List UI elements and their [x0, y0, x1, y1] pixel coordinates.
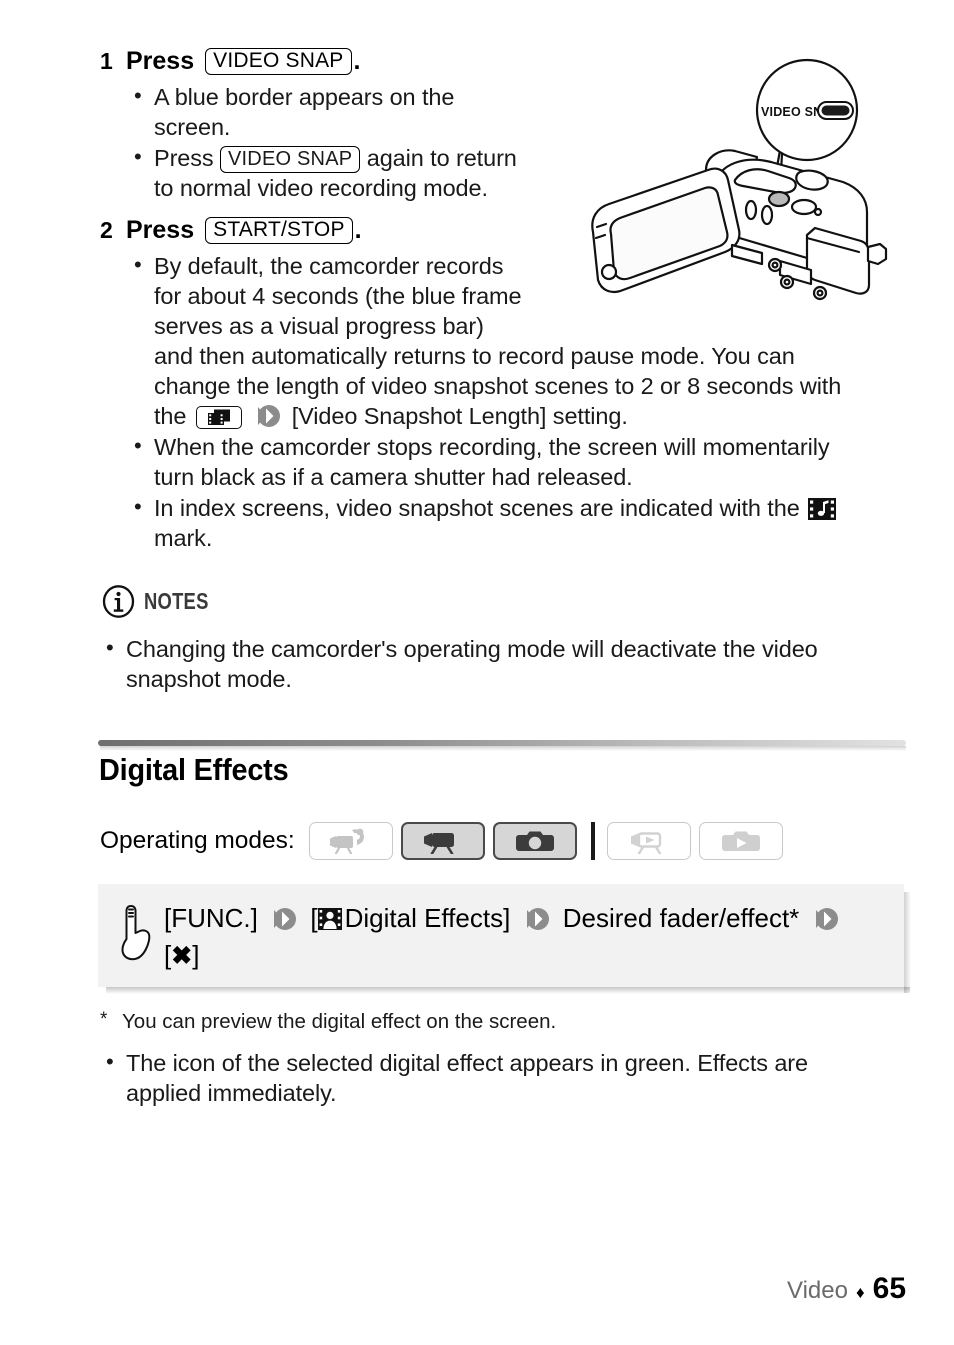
- operating-modes-label: Operating modes:: [100, 827, 295, 854]
- mode-photo-record-button[interactable]: [492, 822, 577, 860]
- bullet-line: Changing the camcorder's operating mode …: [126, 636, 818, 662]
- bullet-line: Press: [154, 145, 214, 171]
- func-procedure-text: [FUNC.] [Digital Effects] Desired fader…: [164, 900, 845, 975]
- step-1-verb: Press: [126, 47, 195, 75]
- list-item: The icon of the selected digital effect …: [100, 1047, 900, 1108]
- list-item: Press VIDEO SNAP again to return to norm…: [128, 142, 548, 203]
- list-item: By default, the camcorder records for ab…: [128, 250, 918, 431]
- bullet-line: applied immediately.: [126, 1080, 337, 1106]
- section-divider: [98, 740, 906, 751]
- bullet-line: snapshot mode.: [126, 666, 292, 692]
- step-2-verb: Press: [126, 216, 195, 244]
- page-title: Digital Effects: [99, 752, 289, 787]
- bullet-line: When the camcorder stops recording, the …: [154, 434, 830, 460]
- bullet-line: The icon of the selected digital effect …: [126, 1050, 808, 1076]
- operating-modes-row: Operating modes:: [100, 822, 791, 860]
- step-2-period: .: [354, 216, 362, 244]
- camcorder-play-icon: [630, 832, 661, 854]
- bracket-open: [: [310, 903, 318, 933]
- chevron-right-icon: [524, 907, 550, 931]
- bullet-line: serves as a visual progress bar): [154, 313, 484, 339]
- list-item: In index screens, video snapshot scenes …: [128, 492, 918, 553]
- step-1-heading: 1 Press VIDEO SNAP .: [100, 47, 360, 76]
- footnote-marker: *: [100, 1009, 108, 1030]
- camera-icon: [515, 831, 554, 851]
- notes-label: NOTES: [144, 588, 209, 614]
- notes-bullets: Changing the camcorder's operating mode …: [100, 633, 900, 695]
- pointing-hand-icon: [118, 902, 154, 964]
- notes-heading: NOTES: [102, 585, 225, 618]
- bullet-line: to normal video recording mode.: [154, 175, 488, 202]
- footnote-text: You can preview the digital effect on th…: [122, 1010, 557, 1033]
- close-bracket-close: ]: [192, 940, 200, 970]
- step-2-heading: 2 Press START/STOP .: [100, 216, 362, 245]
- desired-effect-label[interactable]: Desired fader/effect*: [563, 903, 800, 933]
- bullet-line: change the length of video snapshot scen…: [154, 373, 842, 399]
- func-procedure-box: [FUNC.] [Digital Effects] Desired fader…: [98, 884, 911, 994]
- footer-section-label: Video: [787, 1277, 848, 1304]
- video-snapshot-mark-icon: [808, 498, 837, 520]
- chevron-right-icon: [813, 907, 839, 931]
- camcorder-auto-icon: [329, 828, 364, 854]
- list-item: A blue border appears on the screen.: [128, 81, 548, 142]
- list-item: When the camcorder stops recording, the …: [128, 431, 918, 492]
- mode-photo-playback-button[interactable]: [698, 822, 783, 860]
- func-label[interactable]: [FUNC.]: [164, 903, 258, 933]
- bullet-line: screen.: [154, 114, 231, 140]
- start-stop-keycap[interactable]: START/STOP: [205, 217, 353, 244]
- close-icon[interactable]: ✖: [171, 942, 192, 970]
- manual-page: VIDEO SNAP 1 Press VIDEO SNAP . • A blue…: [0, 0, 954, 1345]
- digital-effects-icon: [317, 908, 342, 930]
- list-item: Changing the camcorder's operating mode …: [100, 633, 900, 694]
- camera-play-icon: [721, 831, 760, 851]
- bullet-line: the: [154, 403, 187, 429]
- bullet-line: turn black as if a camera shutter had re…: [154, 464, 633, 490]
- bullet-line: and then automatically returns to record…: [154, 343, 795, 369]
- camcorder-icon: [423, 833, 454, 854]
- digital-effects-label[interactable]: Digital Effects]: [345, 903, 511, 933]
- mode-video-playback-button[interactable]: [606, 822, 691, 860]
- step-1-number: 1: [100, 48, 113, 74]
- footnote: * You can preview the digital effect on …: [100, 1008, 800, 1035]
- page-number: 65: [872, 1272, 907, 1305]
- info-circle-icon: [102, 585, 135, 618]
- step-1-period: .: [353, 47, 361, 75]
- bullet-line: again to return: [366, 145, 517, 171]
- mode-video-record-button[interactable]: [400, 822, 485, 860]
- chevron-right-icon: [271, 907, 297, 931]
- bullet-line: [Video Snapshot Length] setting.: [291, 403, 628, 429]
- page-footer: Video ♦ 65: [787, 1272, 906, 1306]
- chevron-right-icon: [255, 404, 281, 428]
- diamond-icon: ♦: [855, 1283, 865, 1302]
- bullet-line: mark.: [154, 525, 213, 551]
- step-2-bullets: By default, the camcorder records for ab…: [128, 250, 918, 554]
- mode-auto-video-button[interactable]: [308, 822, 393, 860]
- final-bullets: The icon of the selected digital effect …: [100, 1047, 900, 1109]
- bullet-line: A blue border appears on the: [154, 84, 455, 110]
- bullet-line: for about 4 seconds (the blue frame: [154, 283, 522, 309]
- step-2-number: 2: [100, 217, 113, 243]
- bullet-line: In index screens, video snapshot scenes …: [154, 495, 800, 521]
- video-setup-menu-icon[interactable]: [195, 406, 242, 429]
- video-snap-keycap[interactable]: VIDEO SNAP: [205, 48, 352, 75]
- mode-group-separator: [590, 822, 595, 860]
- video-snap-keycap-inline[interactable]: VIDEO SNAP: [220, 146, 361, 174]
- bullet-line: By default, the camcorder records: [154, 253, 504, 279]
- step-1-bullets: A blue border appears on the screen. Pre…: [128, 81, 548, 204]
